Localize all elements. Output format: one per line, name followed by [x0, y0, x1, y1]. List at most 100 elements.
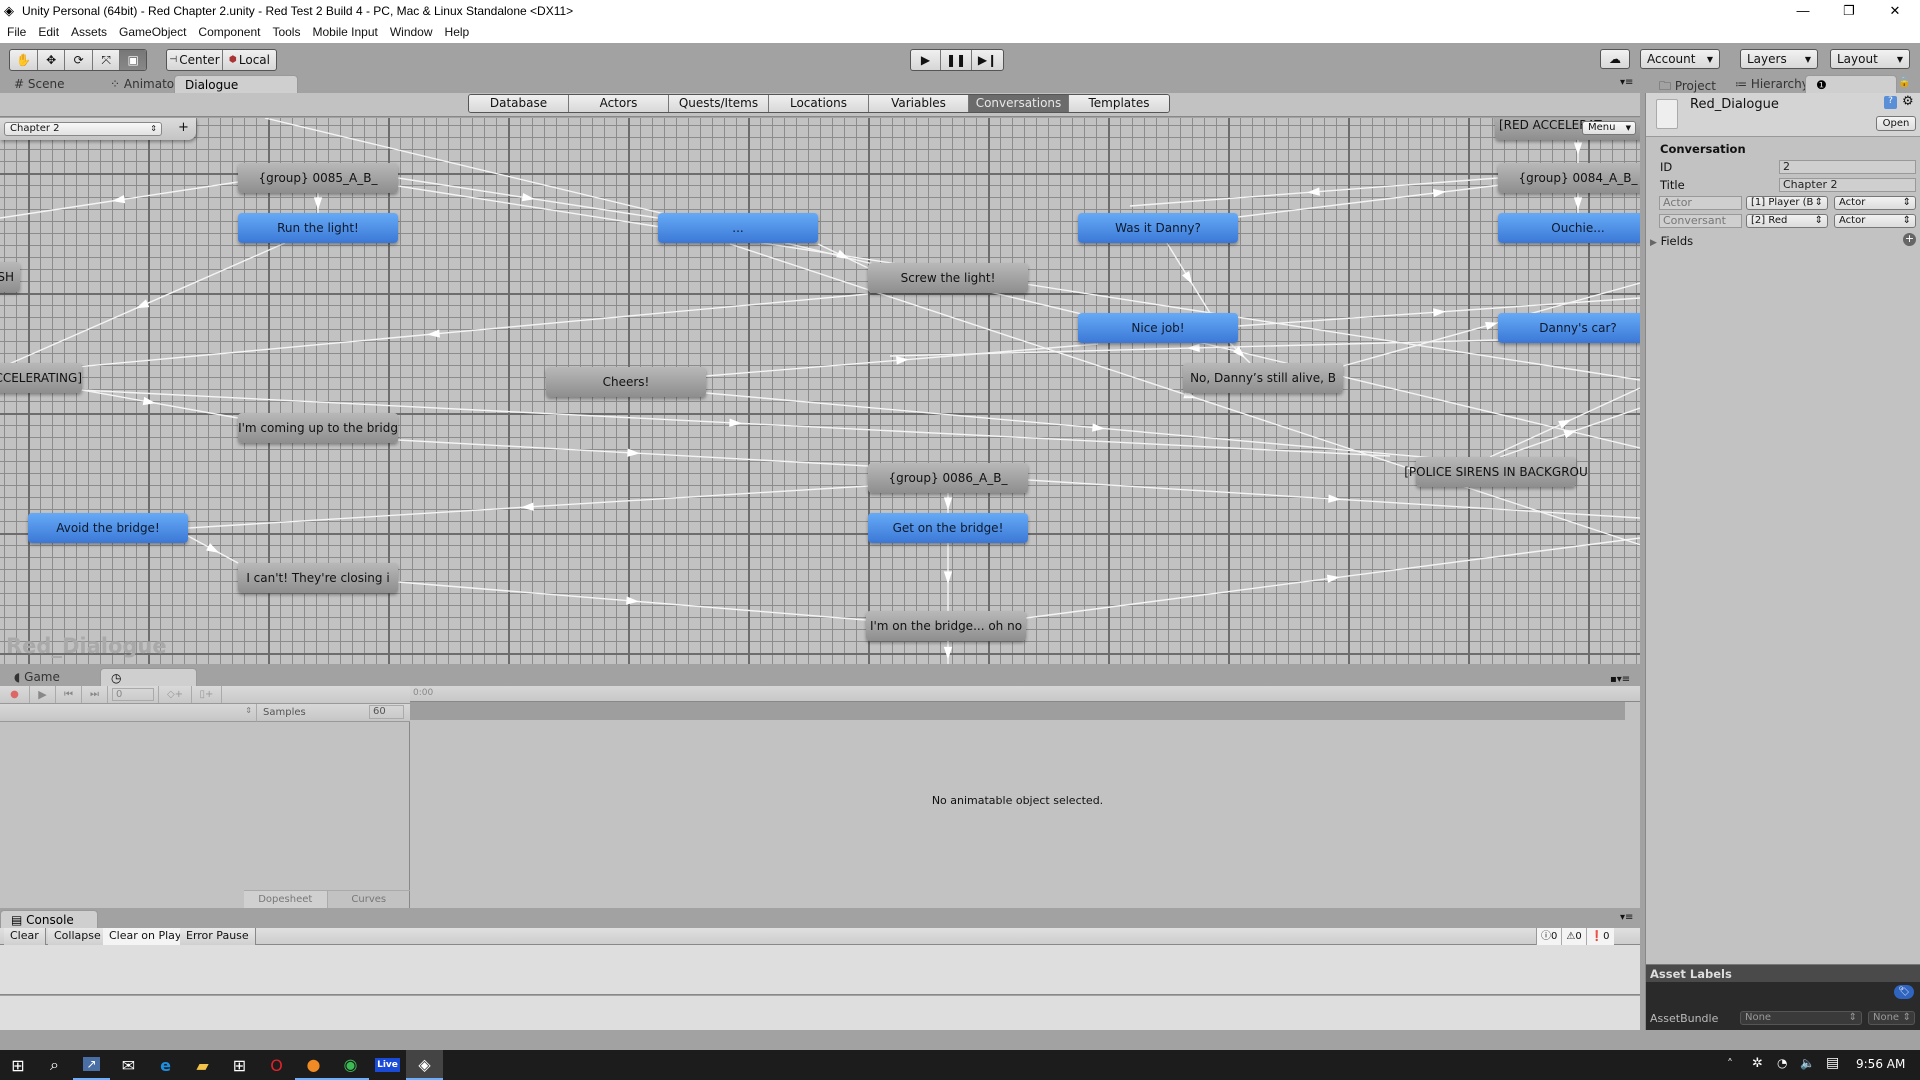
- tab-animation[interactable]: ◷ Animation: [100, 668, 197, 699]
- conversation-dropdown[interactable]: Chapter 2 ⇕: [4, 122, 162, 136]
- prev-key-button[interactable]: ⏮: [56, 686, 82, 703]
- tray-chevron-icon[interactable]: ˄: [1727, 1057, 1733, 1071]
- taskbar-mail[interactable]: ✉: [110, 1050, 147, 1080]
- tray-gear-icon[interactable]: ✲: [1752, 1056, 1763, 1071]
- dialogue-node[interactable]: Get on the bridge!: [868, 513, 1028, 543]
- frame-field[interactable]: 0: [112, 688, 154, 701]
- tab-actors[interactable]: Actors: [569, 95, 669, 112]
- add-event-button[interactable]: ▯+: [192, 686, 222, 703]
- taskbar-app[interactable]: ↗: [73, 1050, 110, 1080]
- tab-inspector[interactable]: ❶ Inspector: [1805, 75, 1897, 106]
- dialogue-node[interactable]: Danny's car?: [1498, 313, 1640, 343]
- anim-play-button[interactable]: ▶: [30, 686, 56, 703]
- dialogue-node[interactable]: ...: [658, 213, 818, 243]
- tab-conversations[interactable]: Conversations: [969, 95, 1069, 112]
- cloud-button[interactable]: ☁: [1600, 49, 1630, 69]
- console-log-list[interactable]: [0, 945, 1640, 995]
- play-button[interactable]: ▶: [911, 50, 941, 70]
- tab-project[interactable]: 🗀 Project: [1649, 75, 1726, 93]
- pause-button[interactable]: ❚❚: [941, 50, 972, 70]
- tab-variables[interactable]: Variables: [869, 95, 969, 112]
- open-button[interactable]: Open: [1876, 116, 1916, 131]
- tab-quests-items[interactable]: Quests/Items: [669, 95, 769, 112]
- dialogue-node[interactable]: CCELERATING]: [0, 363, 82, 393]
- title-field[interactable]: Chapter 2: [1779, 178, 1916, 192]
- add-field-icon[interactable]: +: [1903, 233, 1916, 246]
- add-conversation-button[interactable]: +: [178, 120, 189, 135]
- account-dropdown[interactable]: Account ▼: [1640, 49, 1720, 69]
- dopesheet-tab[interactable]: Dopesheet: [244, 891, 328, 908]
- dialogue-node[interactable]: Nice job!: [1078, 313, 1238, 343]
- error-pause-toggle[interactable]: Error Pause: [180, 928, 256, 945]
- info-filter[interactable]: ⓘ0: [1537, 928, 1563, 945]
- add-keyframe-button[interactable]: ◇+: [158, 686, 192, 703]
- close-button[interactable]: ✕: [1872, 0, 1918, 22]
- scale-tool-button[interactable]: ⤧: [93, 50, 121, 70]
- lock-icon[interactable]: 🔒: [1898, 77, 1910, 88]
- actor-type-dropdown[interactable]: Actor ⇕: [1834, 196, 1916, 210]
- samples-field[interactable]: 60: [369, 705, 404, 719]
- dialogue-node[interactable]: Screw the light!: [868, 263, 1028, 293]
- assetbundle-dropdown[interactable]: None ⇕: [1740, 1011, 1862, 1025]
- id-field[interactable]: 2: [1779, 160, 1916, 174]
- taskbar-store[interactable]: ⊞: [221, 1050, 258, 1080]
- menu-mobile-input[interactable]: Mobile Input: [305, 22, 382, 39]
- tab-scene[interactable]: # Scene: [4, 75, 74, 93]
- menu-help[interactable]: Help: [438, 22, 475, 39]
- minimize-button[interactable]: —: [1780, 0, 1826, 22]
- tab-templates[interactable]: Templates: [1069, 95, 1169, 112]
- menu-assets[interactable]: Assets: [64, 22, 112, 39]
- hand-tool-button[interactable]: ✋: [10, 50, 38, 70]
- conversant-dropdown[interactable]: [2] Red ⇕: [1746, 214, 1828, 228]
- taskbar-live[interactable]: Live: [369, 1050, 406, 1080]
- menu-component[interactable]: Component: [191, 22, 265, 39]
- dialogue-node[interactable]: Cheers!: [546, 367, 706, 397]
- graph-menu-button[interactable]: Menu ▼: [1582, 121, 1636, 135]
- tab-dialogue[interactable]: Dialogue: [174, 75, 298, 93]
- dialogue-node[interactable]: I can't! They're closing i: [238, 563, 398, 593]
- warning-filter[interactable]: ⚠0: [1562, 928, 1587, 945]
- taskbar-firefox[interactable]: ●: [295, 1050, 332, 1080]
- menu-tools[interactable]: Tools: [265, 22, 305, 39]
- step-button[interactable]: ▶❙: [972, 50, 1003, 70]
- start-button[interactable]: ⊞: [0, 1050, 36, 1080]
- gear-icon[interactable]: ⚙: [1902, 94, 1914, 109]
- next-key-button[interactable]: ⏭: [82, 686, 108, 703]
- clock[interactable]: 9:56 AM: [1856, 1057, 1905, 1071]
- dialogue-node[interactable]: Ouchie...: [1498, 213, 1640, 243]
- volume-icon[interactable]: 🔈: [1800, 1056, 1815, 1070]
- help-icon[interactable]: ?: [1884, 96, 1897, 109]
- timeline-ruler[interactable]: 0:00: [410, 686, 1640, 702]
- error-filter[interactable]: ❗0: [1587, 928, 1614, 945]
- taskbar-explorer[interactable]: ▰: [184, 1050, 221, 1080]
- menu-edit[interactable]: Edit: [31, 22, 64, 39]
- clear-on-play-toggle[interactable]: Clear on Play: [103, 928, 189, 945]
- rotate-tool-button[interactable]: ⟳: [65, 50, 93, 70]
- taskbar-chrome[interactable]: ◉: [332, 1050, 369, 1080]
- pivot-local-button[interactable]: ⬢ Local: [223, 50, 276, 70]
- collapse-button[interactable]: Collapse: [48, 928, 108, 945]
- fields-foldout[interactable]: ▶ Fields: [1650, 234, 1693, 248]
- taskbar-unity[interactable]: ◈: [406, 1050, 443, 1080]
- dialogue-node[interactable]: I'm coming up to the bridg: [238, 413, 398, 443]
- tag-icon[interactable]: 🏷: [1894, 985, 1914, 999]
- dialogue-node[interactable]: SMASH: [0, 262, 20, 292]
- dialogue-node[interactable]: Avoid the bridge!: [28, 513, 188, 543]
- rect-tool-button[interactable]: ▣: [120, 50, 146, 70]
- notification-icon[interactable]: ▤: [1826, 1055, 1839, 1071]
- layers-dropdown[interactable]: Layers ▼: [1740, 49, 1818, 69]
- tab-database[interactable]: Database: [469, 95, 569, 112]
- taskbar-opera[interactable]: O: [258, 1050, 295, 1080]
- clear-button[interactable]: Clear: [4, 928, 46, 945]
- panel-menu-icon[interactable]: ▪▾≡: [1610, 674, 1630, 685]
- tab-console[interactable]: ▤ Console: [0, 910, 98, 928]
- menu-file[interactable]: File: [0, 22, 31, 39]
- record-button[interactable]: ●: [0, 686, 30, 703]
- dialogue-node[interactable]: Run the light!: [238, 213, 398, 243]
- panel-menu-icon[interactable]: ▾≡: [1620, 912, 1633, 923]
- actor-dropdown[interactable]: [1] Player (B ⇕: [1746, 196, 1828, 210]
- dialogue-node[interactable]: {group} 0086_A_B_: [868, 463, 1028, 493]
- panel-menu-icon[interactable]: ▾≡: [1620, 77, 1633, 88]
- layout-dropdown[interactable]: Layout ▼: [1830, 49, 1910, 69]
- dialogue-node[interactable]: Was it Danny?: [1078, 213, 1238, 243]
